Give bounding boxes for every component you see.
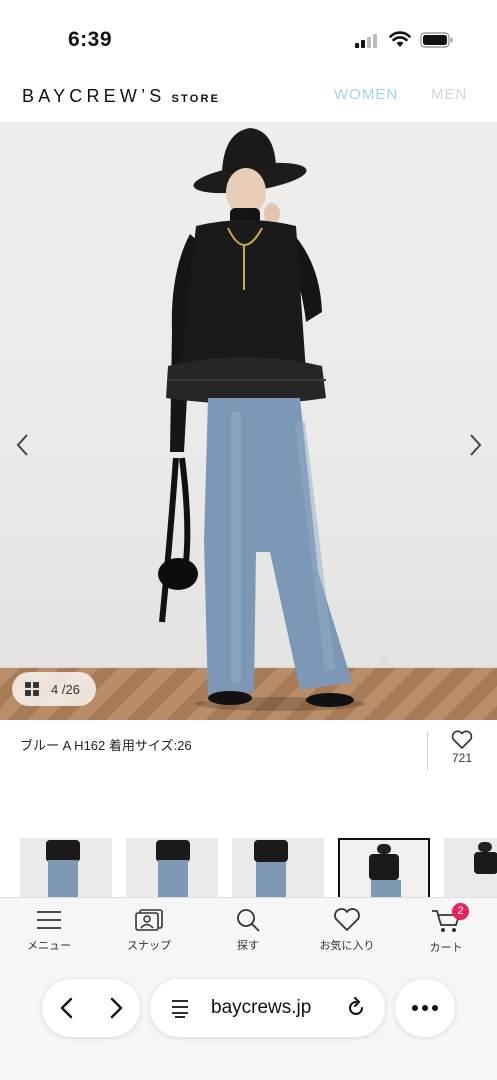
heart-icon [334,908,360,931]
thumbnail-1[interactable] [20,838,112,898]
snap-icon [135,909,163,931]
nav-men-link[interactable]: MEN [431,86,467,103]
page-format-icon[interactable] [169,997,191,1019]
favorite-count: 721 [451,751,473,765]
tab-menu[interactable]: メニュー [9,908,89,953]
tab-search-label: 探す [237,940,259,952]
site-logo[interactable]: BAYCREW’S STORE [22,86,220,107]
thumbnail-strip [0,836,497,898]
status-time: 6:39 [68,28,113,51]
menu-icon [37,911,61,929]
tab-snap-label: スナップ [127,940,171,952]
browser-forward-button[interactable] [103,995,129,1021]
logo-main-text: BAYCREW’S [22,86,166,106]
tab-menu-label: メニュー [27,940,71,952]
wifi-icon [389,31,411,47]
image-caption: ブルー A H162 着用サイズ:26 [20,738,192,753]
browser-more-button[interactable] [395,979,455,1037]
tab-cart[interactable]: 2 カート [406,903,486,955]
product-image-gallery[interactable]: 4 /26 [0,122,497,720]
browser-url: baycrews.jp [211,997,312,1018]
gallery-prev-button[interactable] [12,432,34,458]
battery-icon [420,32,453,48]
nav-women-link[interactable]: WOMEN [334,86,398,103]
cart-count-badge: 2 [452,903,469,920]
tab-snap[interactable]: スナップ [109,908,189,953]
thumbnail-5[interactable] [444,838,497,898]
tab-favorites[interactable]: お気に入り [307,908,387,953]
tab-cart-label: カート [429,942,463,954]
tab-search[interactable]: 探す [208,908,288,953]
favorite-button[interactable]: 721 [442,730,482,765]
reload-icon[interactable] [345,997,367,1019]
thumbnail-4[interactable] [338,838,430,898]
more-dots-icon [412,1005,438,1011]
product-photo [158,128,387,711]
search-icon [237,909,260,932]
thumbnail-2[interactable] [126,838,218,898]
tab-favorites-label: お気に入り [319,940,375,952]
status-bar: 6:39 [0,0,497,70]
image-caption-row: ブルー A H162 着用サイズ:26 721 [0,720,497,780]
gallery-next-button[interactable] [464,432,486,458]
cellular-signal-icon [355,34,381,48]
thumbnail-3[interactable] [232,838,324,898]
logo-sub-text: STORE [171,93,221,105]
heart-icon [451,730,473,749]
gallery-counter: 4 /26 [51,681,80,697]
site-header: BAYCREW’S STORE WOMEN MEN [0,70,497,122]
browser-address-bar[interactable]: baycrews.jp [150,979,385,1037]
divider [427,732,428,770]
browser-nav-group [42,979,140,1037]
grid-icon [25,682,39,696]
gallery-counter-button[interactable]: 4 /26 [12,672,96,706]
browser-back-button[interactable] [54,995,80,1021]
